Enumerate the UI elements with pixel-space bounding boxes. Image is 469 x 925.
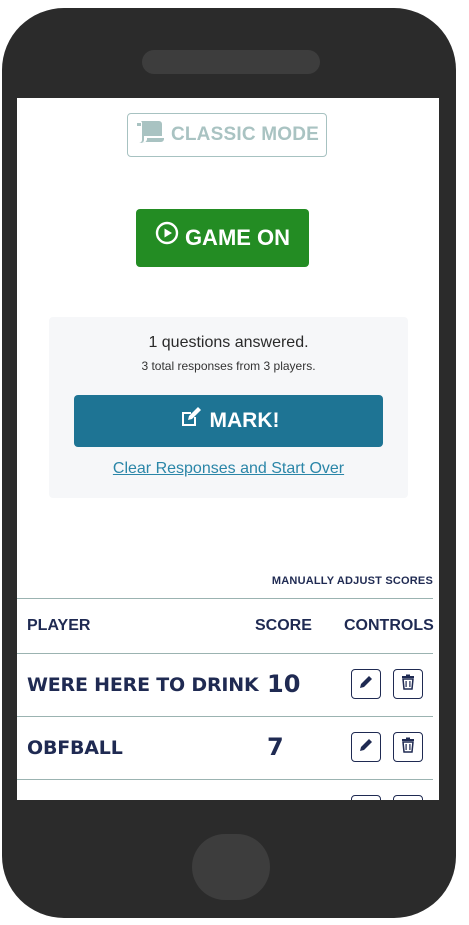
pencil-icon — [358, 674, 374, 695]
trash-icon — [400, 737, 416, 758]
response-summary-panel: 1 questions answered. 3 total responses … — [49, 317, 408, 498]
pencil-icon — [358, 737, 374, 758]
delete-player-button[interactable] — [393, 795, 423, 800]
phone-frame: CLASSIC MODE GAME ON 1 questions answere… — [2, 8, 456, 918]
app-screen: CLASSIC MODE GAME ON 1 questions answere… — [17, 98, 439, 800]
clear-responses-link[interactable]: Clear Responses and Start Over — [49, 460, 408, 478]
edit-score-button[interactable] — [351, 732, 381, 762]
edit-score-button[interactable] — [351, 669, 381, 699]
delete-player-button[interactable] — [393, 732, 423, 762]
trash-icon — [400, 674, 416, 695]
table-row-partial — [17, 780, 433, 800]
scroll-icon — [135, 120, 165, 150]
total-responses-text: 3 total responses from 3 players. — [141, 359, 316, 373]
classic-mode-button[interactable]: CLASSIC MODE — [127, 113, 327, 157]
player-column-header: PLAYER — [27, 617, 91, 634]
player-score: 10 — [267, 670, 301, 698]
player-name: WERE HERE TO DRINK — [27, 674, 259, 696]
phone-speaker — [142, 50, 320, 74]
scoreboard-table: PLAYER SCORE CONTROLS WERE HERE TO DRINK… — [17, 598, 434, 800]
play-circle-icon — [155, 221, 179, 251]
questions-answered-text: 1 questions answered. — [148, 334, 309, 351]
edit-score-button[interactable] — [351, 795, 381, 800]
manually-adjust-scores-link[interactable]: MANUALLY ADJUST SCORES — [272, 575, 433, 587]
table-row: WERE HERE TO DRINK 10 — [17, 654, 433, 717]
classic-mode-label: CLASSIC MODE — [170, 124, 320, 145]
game-on-button[interactable]: GAME ON — [136, 209, 309, 267]
table-row: OBFBALL 7 — [17, 717, 433, 780]
mark-button[interactable]: MARK! — [74, 395, 383, 447]
scoreboard-header: PLAYER SCORE CONTROLS — [17, 598, 434, 654]
controls-column-header: CONTROLS — [344, 617, 434, 634]
score-column-header: SCORE — [255, 617, 312, 634]
delete-player-button[interactable] — [393, 669, 423, 699]
game-on-label: GAME ON — [184, 225, 291, 250]
mark-label: MARK! — [209, 409, 280, 432]
phone-home-button — [192, 834, 270, 900]
player-score: 7 — [267, 733, 284, 761]
edit-icon — [178, 406, 202, 436]
player-name: OBFBALL — [27, 737, 123, 759]
